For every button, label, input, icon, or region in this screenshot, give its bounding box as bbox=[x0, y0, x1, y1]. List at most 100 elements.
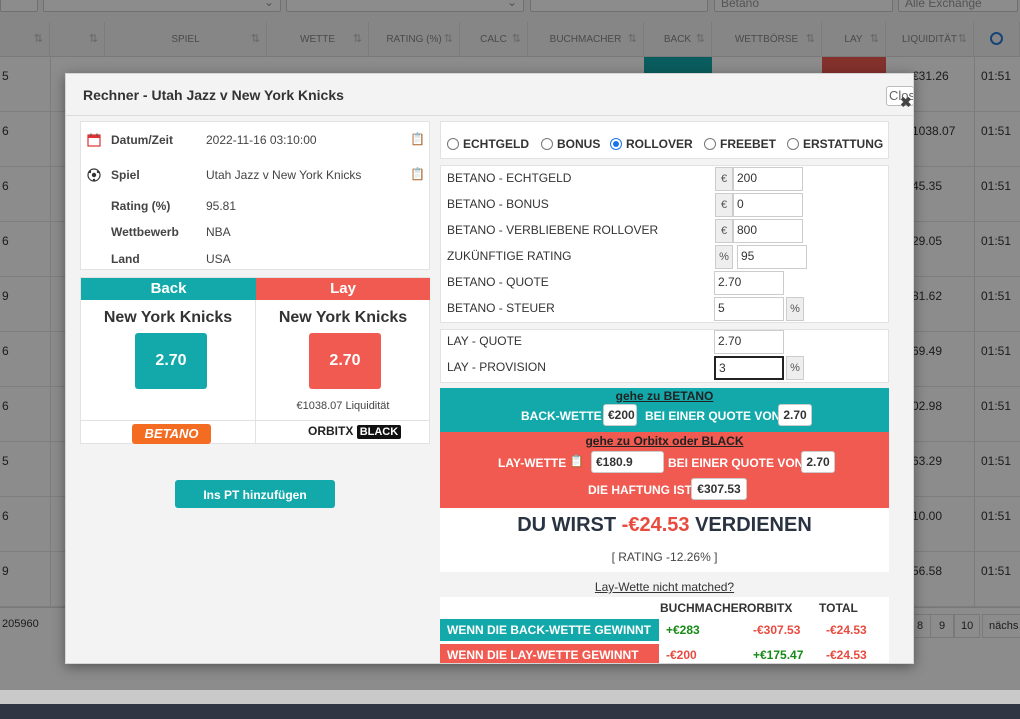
summary-header-buchmacher: BUCHMACHER bbox=[660, 601, 748, 615]
bonus-input[interactable]: 0 bbox=[733, 193, 803, 217]
calendar-icon bbox=[87, 133, 101, 147]
row-quote: BETANO - QUOTE 2.70 bbox=[442, 270, 888, 296]
back-header: Back bbox=[81, 278, 256, 300]
summary-cell: -€200 bbox=[666, 648, 697, 662]
summary-header-total: TOTAL bbox=[819, 601, 858, 615]
summary-back-wins-label: WENN DIE BACK-WETTE GEWINNT bbox=[440, 619, 659, 641]
land-label: Land bbox=[111, 252, 140, 266]
ball-icon bbox=[87, 168, 101, 182]
info-row-wettbewerb: Wettbewerb NBA bbox=[81, 222, 429, 248]
quote-label: BETANO - QUOTE bbox=[447, 275, 549, 289]
info-row-datum: Datum/Zeit 2022-11-16 03:10:00 📋 bbox=[81, 130, 429, 156]
steuer-input[interactable]: 5 bbox=[714, 297, 784, 321]
steuer-label: BETANO - STEUER bbox=[447, 301, 555, 315]
percent-addon: % bbox=[786, 356, 804, 380]
row-lay-quote: LAY - QUOTE 2.70 bbox=[442, 329, 888, 355]
back-lay-panel: Back Lay New York Knicks New York Knicks… bbox=[80, 277, 430, 444]
go-to-black-link[interactable]: BLACK bbox=[702, 434, 744, 448]
euro-addon: € bbox=[715, 167, 733, 191]
lay-bet-label: LAY-WETTE bbox=[498, 456, 567, 470]
mode-rollover-radio[interactable]: ROLLOVER bbox=[610, 137, 693, 151]
quote-input[interactable]: 2.70 bbox=[714, 271, 784, 295]
summary-header-orbitx: ORBITX bbox=[747, 601, 793, 615]
rollover-label: BETANO - VERBLIEBENE ROLLOVER bbox=[447, 223, 659, 237]
summary-cell: -€307.53 bbox=[753, 623, 801, 637]
lay-provision-input[interactable]: 3 bbox=[714, 356, 784, 380]
lay-team-name: New York Knicks bbox=[278, 309, 408, 326]
info-row-rating: Rating (%) 95.81 bbox=[81, 196, 429, 222]
euro-addon: € bbox=[715, 193, 733, 217]
wettbewerb-value: NBA bbox=[206, 225, 231, 239]
lay-bet-band: gehe zu Orbitx oder BLACK LAY-WETTE 📋 €1… bbox=[440, 432, 889, 508]
future-rating-label: ZUKÜNFTIGE RATING bbox=[447, 249, 572, 263]
land-value: USA bbox=[206, 252, 231, 266]
summary-lay-wins-label: WENN DIE LAY-WETTE GEWINNT bbox=[440, 644, 659, 663]
modal-title: Rechner - Utah Jazz v New York Knicks bbox=[83, 87, 344, 103]
euro-addon: € bbox=[715, 219, 733, 243]
echtgeld-input[interactable]: 200 bbox=[733, 167, 803, 191]
lay-odds-button[interactable]: 2.70 bbox=[309, 333, 381, 389]
row-steuer: BETANO - STEUER 5 % bbox=[442, 296, 888, 322]
close-icon[interactable]: ✖ bbox=[900, 94, 912, 111]
copy-icon[interactable]: 📋 bbox=[410, 132, 425, 146]
copy-icon[interactable]: 📋 bbox=[410, 167, 425, 181]
back-at-odds-label: BEI EINER QUOTE VON bbox=[645, 409, 781, 423]
bonus-label: BETANO - BONUS bbox=[447, 197, 549, 211]
lay-odds-value: 2.70 bbox=[801, 451, 835, 473]
future-rating-input[interactable]: 95 bbox=[737, 245, 807, 269]
profit-amount: -€24.53 bbox=[621, 514, 690, 536]
modal-header: Rechner - Utah Jazz v New York Knicks Cl… bbox=[66, 74, 913, 116]
summary-cell: -€24.53 bbox=[826, 623, 867, 637]
back-odds-button[interactable]: 2.70 bbox=[135, 333, 207, 389]
info-row-spiel: Spiel Utah Jazz v New York Knicks 📋 bbox=[81, 165, 429, 191]
mode-erstattung-radio[interactable]: ERSTATTUNG bbox=[787, 137, 883, 151]
radio-icon bbox=[541, 138, 553, 150]
summary-cell: +€175.47 bbox=[753, 648, 804, 662]
result-box: DU WIRST -€24.53 VERDIENEN [ RATING -12.… bbox=[440, 508, 889, 572]
spiel-value: Utah Jazz v New York Knicks bbox=[206, 168, 362, 182]
rollover-input[interactable]: 800 bbox=[733, 219, 803, 243]
go-to-betano-link[interactable]: gehe zu BETANO bbox=[440, 389, 889, 403]
footer-divider bbox=[0, 690, 1020, 704]
result-rating: [ RATING -12.26% ] bbox=[611, 550, 718, 564]
percent-addon: % bbox=[786, 297, 804, 321]
echtgeld-label: BETANO - ECHTGELD bbox=[447, 171, 572, 185]
rating-label: Rating (%) bbox=[111, 199, 171, 213]
back-stake-value: €200 bbox=[603, 404, 637, 426]
orbitx-logo[interactable]: ORBITX BLACK bbox=[308, 424, 402, 439]
go-to-exchange-links: gehe zu Orbitx oder BLACK bbox=[585, 434, 744, 448]
radio-icon bbox=[704, 138, 716, 150]
exchange-logo-cell: ORBITX BLACK bbox=[256, 421, 430, 445]
spiel-label: Spiel bbox=[111, 168, 140, 182]
back-odds-value: 2.70 bbox=[778, 404, 812, 426]
profit-summary: DU WIRST -€24.53 VERDIENEN bbox=[517, 514, 812, 536]
radio-icon bbox=[447, 138, 459, 150]
back-team-name: New York Knicks bbox=[103, 309, 233, 326]
lay-liquidity: €1038.07 Liquidität bbox=[296, 400, 390, 412]
summary-table: BUCHMACHER ORBITX TOTAL WENN DIE BACK-WE… bbox=[440, 597, 889, 663]
percent-addon: % bbox=[715, 245, 733, 269]
mode-freebet-radio[interactable]: FREEBET bbox=[704, 137, 776, 151]
bookmaker-logo-cell: BETANO bbox=[81, 421, 256, 445]
summary-cell: +€283 bbox=[666, 623, 700, 637]
lay-quote-label: LAY - QUOTE bbox=[447, 334, 522, 348]
add-to-pt-button[interactable]: Ins PT hinzufügen bbox=[175, 480, 335, 508]
mode-bonus-radio[interactable]: BONUS bbox=[541, 137, 600, 151]
back-bet-band: gehe zu BETANO BACK-WETTE €200 BEI EINER… bbox=[440, 388, 889, 432]
lay-quote-input[interactable]: 2.70 bbox=[714, 330, 784, 354]
datum-label: Datum/Zeit bbox=[111, 133, 174, 147]
row-rollover: BETANO - VERBLIEBENE ROLLOVER € 800 bbox=[442, 218, 888, 244]
lay-provision-label: LAY - PROVISION bbox=[447, 360, 546, 374]
radio-icon bbox=[787, 138, 799, 150]
lay-stake-value: €180.9 bbox=[591, 451, 664, 473]
row-bonus: BETANO - BONUS € 0 bbox=[442, 192, 888, 218]
go-to-orbitx-link[interactable]: gehe zu Orbitx bbox=[585, 434, 668, 448]
lay-not-matched-link[interactable]: Lay-Wette nicht matched? bbox=[440, 580, 889, 594]
betano-logo[interactable]: BETANO bbox=[132, 424, 211, 444]
datum-value: 2022-11-16 03:10:00 bbox=[206, 133, 317, 147]
lay-at-odds-label: BEI EINER QUOTE VON bbox=[668, 456, 804, 470]
clipboard-icon[interactable]: 📋 bbox=[569, 454, 584, 468]
liability-value: €307.53 bbox=[691, 478, 747, 500]
event-info-panel: Datum/Zeit 2022-11-16 03:10:00 📋 Spiel U… bbox=[80, 121, 430, 270]
mode-echtgeld-radio[interactable]: ECHTGELD bbox=[447, 137, 529, 151]
